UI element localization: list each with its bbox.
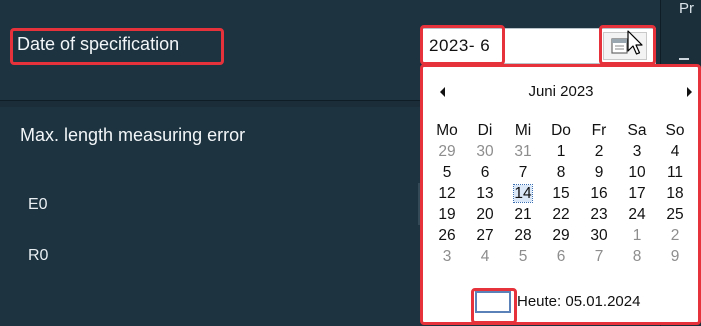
right-panel-dash <box>679 58 689 60</box>
mouse-cursor-icon <box>627 30 643 55</box>
calendar-popup-highlight <box>420 64 701 325</box>
section-divider <box>0 101 420 107</box>
r0-label: R0 <box>28 247 49 264</box>
max-length-error-title: Max. length measuring error <box>20 125 246 145</box>
today-swatch-highlight <box>471 288 517 324</box>
date-value-highlight <box>420 25 505 65</box>
right-panel-label: Pr <box>679 0 694 17</box>
e0-label: E0 <box>28 196 48 213</box>
date-label-highlight <box>10 28 224 65</box>
